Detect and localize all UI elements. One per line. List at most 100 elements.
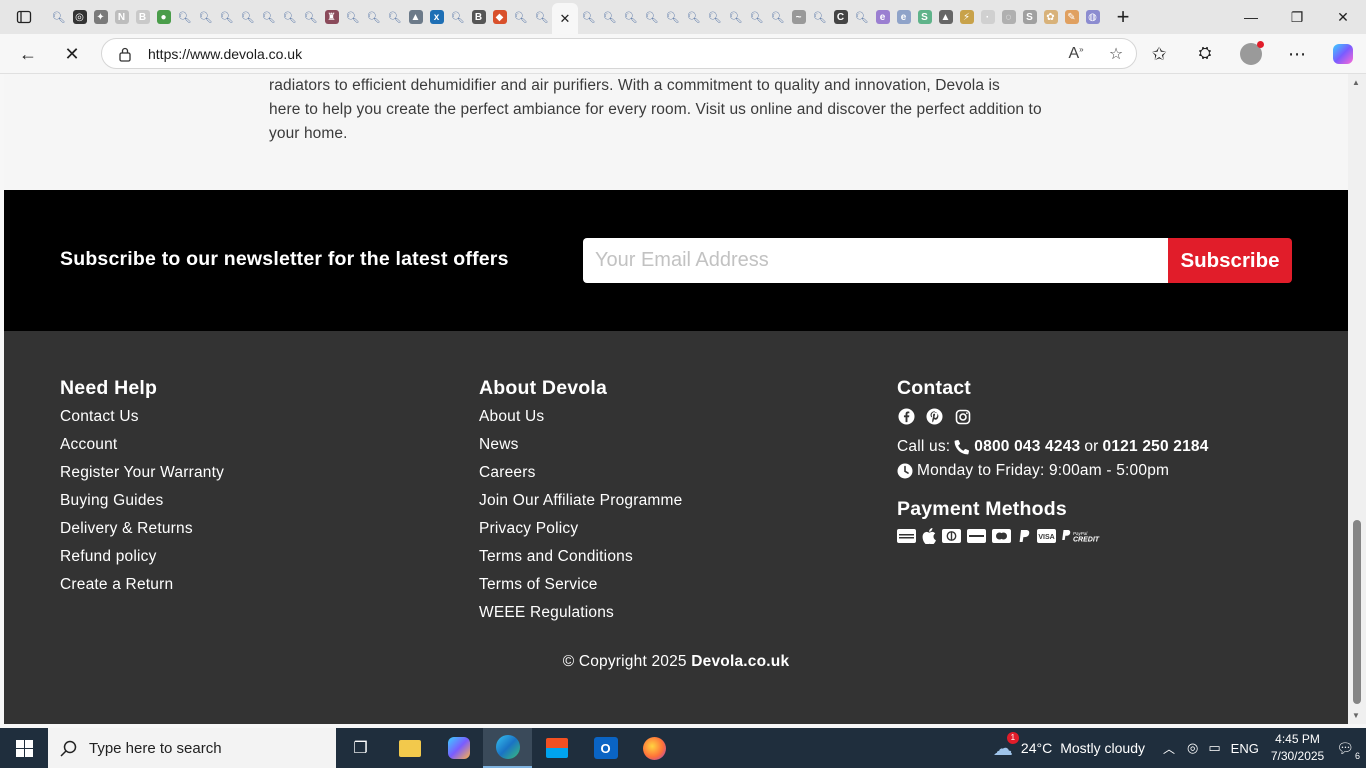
tab-search[interactable]: 🔍︎ [216, 3, 237, 31]
tab-active[interactable]: ✕ [552, 3, 578, 34]
footer-link-account[interactable]: Account [60, 435, 224, 463]
tab-search[interactable]: 🔍︎ [641, 3, 662, 31]
footer-link-privacy[interactable]: Privacy Policy [479, 519, 682, 547]
clock[interactable]: 4:45 PM 7/30/2025 [1271, 731, 1324, 765]
edge-app-button[interactable] [483, 728, 532, 768]
restore-button[interactable]: ❐ [1274, 0, 1320, 34]
tab-favicon[interactable]: ✿ [1040, 3, 1061, 31]
chevron-up-icon[interactable]: ︿ [1163, 740, 1175, 757]
file-explorer-button[interactable] [385, 728, 434, 768]
start-button[interactable] [0, 728, 48, 768]
copilot-button[interactable] [1320, 34, 1366, 74]
tab-search[interactable]: 🔍︎ [578, 3, 599, 31]
outlook-app-button[interactable]: O [581, 728, 630, 768]
tab-favicon[interactable]: ✎ [1061, 3, 1082, 31]
notifications-button[interactable]: 💬︎ 6 [1336, 740, 1360, 761]
tab-favicon[interactable]: ▲ [405, 3, 426, 31]
footer-link-buying-guides[interactable]: Buying Guides [60, 491, 224, 519]
read-aloud-icon[interactable]: A» [1056, 45, 1096, 63]
tab-favicon[interactable]: B [132, 3, 153, 31]
subscribe-button[interactable]: Subscribe [1168, 238, 1292, 283]
tab-favicon[interactable]: ♜ [321, 3, 342, 31]
tab-search[interactable]: 🔍︎ [363, 3, 384, 31]
footer-link-refund-policy[interactable]: Refund policy [60, 547, 224, 575]
battery-icon[interactable]: ▭ [1208, 740, 1220, 756]
tab-favicon[interactable]: ◍ [1082, 3, 1103, 31]
meet-icon[interactable]: ◎ [1187, 740, 1198, 756]
settings-more-button[interactable]: ⋯ [1274, 34, 1320, 74]
email-field[interactable] [583, 238, 1169, 283]
scroll-up-icon[interactable]: ▲ [1352, 78, 1360, 87]
tab-favicon[interactable]: ◎ [69, 3, 90, 31]
tab-favicon[interactable]: S [914, 3, 935, 31]
pinterest-icon[interactable] [925, 407, 944, 426]
scroll-down-icon[interactable]: ▼ [1352, 711, 1360, 720]
tab-favicon[interactable]: e [872, 3, 893, 31]
tab-search[interactable]: 🔍︎ [447, 3, 468, 31]
tab-search[interactable]: 🔍︎ [48, 3, 69, 31]
footer-link-news[interactable]: News [479, 435, 682, 463]
tab-favicon[interactable]: e [893, 3, 914, 31]
copilot-app-button[interactable] [434, 728, 483, 768]
tab-favicon[interactable]: N [111, 3, 132, 31]
footer-link-contact-us[interactable]: Contact Us [60, 407, 224, 435]
profile-button[interactable] [1228, 34, 1274, 74]
footer-link-about-us[interactable]: About Us [479, 407, 682, 435]
new-tab-button[interactable]: + [1103, 3, 1143, 31]
tab-search[interactable]: 🔍︎ [258, 3, 279, 31]
tab-favicon[interactable]: ▲ [935, 3, 956, 31]
tab-actions-button[interactable] [0, 0, 48, 34]
tab-search[interactable]: 🔍︎ [725, 3, 746, 31]
tab-favicon[interactable]: ◌ [998, 3, 1019, 31]
tab-favicon[interactable]: C [830, 3, 851, 31]
firefox-app-button[interactable] [630, 728, 679, 768]
tab-search[interactable]: 🔍︎ [510, 3, 531, 31]
footer-link-weee[interactable]: WEEE Regulations [479, 603, 682, 631]
language-indicator[interactable]: ENG [1231, 741, 1259, 756]
taskbar-search[interactable]: Type here to search [48, 728, 336, 768]
tab-search[interactable]: 🔍︎ [620, 3, 641, 31]
tab-favicon[interactable]: · [977, 3, 998, 31]
lock-icon[interactable] [102, 46, 148, 62]
tab-search[interactable]: 🔍︎ [237, 3, 258, 31]
extensions-button[interactable]: ⛭ [1182, 34, 1228, 74]
tab-search[interactable]: 🔍︎ [279, 3, 300, 31]
tab-favicon[interactable]: B [468, 3, 489, 31]
tab-search[interactable]: 🔍︎ [767, 3, 788, 31]
tab-search[interactable]: 🔍︎ [300, 3, 321, 31]
tab-search[interactable]: 🔍︎ [809, 3, 830, 31]
scrollbar-thumb[interactable] [1353, 520, 1361, 704]
footer-link-create-return[interactable]: Create a Return [60, 575, 224, 603]
task-view-button[interactable]: ❐ [336, 728, 385, 768]
footer-link-register-warranty[interactable]: Register Your Warranty [60, 463, 224, 491]
tab-search[interactable]: 🔍︎ [342, 3, 363, 31]
tab-search[interactable]: 🔍︎ [662, 3, 683, 31]
favorites-button[interactable]: ✩ [1136, 34, 1182, 74]
footer-link-delivery-returns[interactable]: Delivery & Returns [60, 519, 224, 547]
footer-link-terms-conditions[interactable]: Terms and Conditions [479, 547, 682, 575]
copyright-brand-link[interactable]: Devola.co.uk [691, 653, 789, 670]
address-bar[interactable]: https://www.devola.co.uk A» ☆ [101, 38, 1137, 69]
footer-link-careers[interactable]: Careers [479, 463, 682, 491]
facebook-icon[interactable] [897, 407, 916, 426]
tab-search[interactable]: 🔍︎ [531, 3, 552, 31]
tab-search[interactable]: 🔍︎ [599, 3, 620, 31]
tab-favicon[interactable]: ◆ [489, 3, 510, 31]
tab-favicon[interactable]: ⚡ [956, 3, 977, 31]
phone-number-link[interactable]: 0800 043 4243 [974, 437, 1080, 457]
minimize-button[interactable]: — [1228, 0, 1274, 34]
tab-search[interactable]: 🔍︎ [704, 3, 725, 31]
tab-search[interactable]: 🔍︎ [851, 3, 872, 31]
footer-link-terms-service[interactable]: Terms of Service [479, 575, 682, 603]
tab-favicon[interactable]: ✦ [90, 3, 111, 31]
close-window-button[interactable]: ✕ [1320, 0, 1366, 34]
tab-search[interactable]: 🔍︎ [384, 3, 405, 31]
tab-search[interactable]: 🔍︎ [746, 3, 767, 31]
tab-favicon[interactable]: ● [153, 3, 174, 31]
tab-search[interactable]: 🔍︎ [174, 3, 195, 31]
favorite-star-icon[interactable]: ☆ [1096, 44, 1136, 64]
instagram-icon[interactable] [953, 407, 972, 426]
tab-favicon[interactable]: S [1019, 3, 1040, 31]
phone-number-link[interactable]: 0121 250 2184 [1103, 437, 1209, 457]
tab-search[interactable]: 🔍︎ [195, 3, 216, 31]
